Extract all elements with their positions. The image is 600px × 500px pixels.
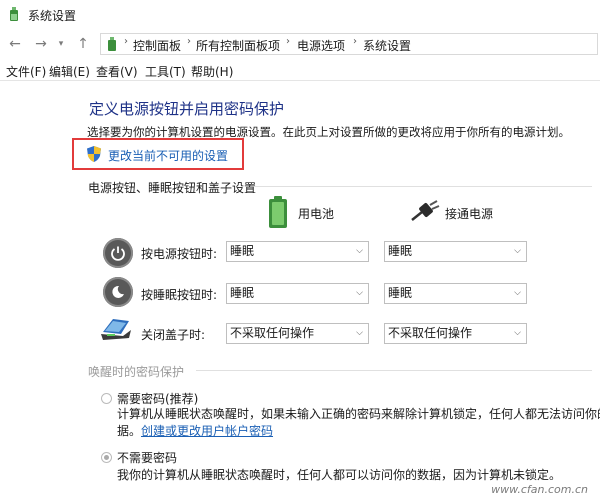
- chevron-down-icon: ⌵: [356, 328, 363, 338]
- lid-close-battery-select[interactable]: 不采取任何操作 ⌵: [226, 323, 369, 344]
- breadcrumb-power-options[interactable]: 电源选项: [297, 37, 345, 54]
- select-value: 睡眠: [230, 244, 255, 258]
- breadcrumb-separator: ›: [353, 36, 357, 47]
- sleep-button-icon: [103, 277, 133, 307]
- chevron-down-icon: ⌵: [356, 288, 363, 298]
- breadcrumb-control-panel[interactable]: 控制面板: [133, 37, 181, 54]
- no-password-label: 不需要密码: [117, 451, 178, 465]
- chevron-down-icon: ⌵: [514, 246, 521, 256]
- menu-tools[interactable]: 工具(T): [145, 63, 186, 80]
- password-section-heading: 唤醒时的密码保护: [88, 365, 185, 379]
- title-bar: [0, 0, 600, 30]
- up-arrow-icon[interactable]: ↑: [74, 35, 92, 53]
- menu-bar: [0, 60, 600, 81]
- select-value: 不采取任何操作: [388, 326, 473, 340]
- sleep-button-label: 按睡眠按钮时:: [141, 288, 218, 302]
- watermark: www.cfan.com.cn: [491, 483, 588, 496]
- chevron-down-icon: ⌵: [514, 328, 521, 338]
- lid-close-plugged-select[interactable]: 不采取任何操作 ⌵: [384, 323, 527, 344]
- power-button-plugged-select[interactable]: 睡眠 ⌵: [384, 241, 527, 262]
- power-plug-icon: [411, 200, 440, 221]
- menu-file[interactable]: 文件(F): [6, 63, 46, 80]
- power-button-icon: [103, 238, 133, 268]
- power-options-app-icon: [10, 7, 18, 21]
- sleep-button-battery-select[interactable]: 睡眠 ⌵: [226, 283, 369, 304]
- create-password-link[interactable]: 创建或更改用户帐户密码: [141, 422, 273, 439]
- select-value: 睡眠: [388, 244, 413, 258]
- battery-column-label: 用电池: [298, 207, 335, 221]
- chevron-down-icon: ⌵: [514, 288, 521, 298]
- select-value: 睡眠: [388, 286, 413, 300]
- menu-edit[interactable]: 编辑(E): [49, 63, 90, 80]
- forward-arrow-icon[interactable]: →: [32, 35, 50, 53]
- no-password-description: 我你的计算机从睡眠状态唤醒时，任何人都可以访问你的数据，因为计算机未锁定。: [117, 468, 562, 482]
- breadcrumb-separator: ›: [124, 36, 128, 47]
- history-dropdown-icon[interactable]: ▾: [52, 35, 70, 53]
- battery-icon: [269, 196, 287, 228]
- sleep-button-plugged-select[interactable]: 睡眠 ⌵: [384, 283, 527, 304]
- laptop-lid-icon: [101, 319, 131, 340]
- uac-shield-icon: [87, 146, 101, 162]
- section-divider: [196, 370, 592, 371]
- require-password-description: 计算机从睡眠状态唤醒时，如果未输入正确的密码来解除计算机锁定，任何人都无法访问你…: [117, 407, 600, 421]
- change-settings-link[interactable]: 更改当前不可用的设置: [108, 147, 228, 164]
- power-section-heading: 电源按钮、睡眠按钮和盖子设置: [88, 181, 257, 195]
- lid-close-label: 关闭盖子时:: [141, 328, 206, 342]
- window-title: 系统设置: [28, 9, 77, 23]
- menu-view[interactable]: 查看(V): [96, 63, 138, 80]
- back-arrow-icon[interactable]: ←: [6, 35, 24, 53]
- plugged-in-column-label: 接通电源: [445, 207, 494, 221]
- breadcrumb-all-items[interactable]: 所有控制面板项: [196, 37, 280, 54]
- select-value: 不采取任何操作: [230, 326, 315, 340]
- power-button-battery-select[interactable]: 睡眠 ⌵: [226, 241, 369, 262]
- breadcrumb-separator: ›: [286, 36, 290, 47]
- require-password-radio[interactable]: [101, 393, 112, 404]
- control-panel-icon: [108, 37, 116, 51]
- breadcrumb-system-settings[interactable]: 系统设置: [363, 37, 411, 54]
- breadcrumb-separator: ›: [187, 36, 191, 47]
- power-button-label: 按电源按钮时:: [141, 247, 218, 261]
- select-value: 睡眠: [230, 286, 255, 300]
- page-title: 定义电源按钮并启用密码保护: [89, 100, 285, 118]
- require-password-description-end: 据。: [117, 424, 142, 438]
- section-divider: [254, 186, 592, 187]
- no-password-radio[interactable]: [101, 452, 112, 463]
- menu-help[interactable]: 帮助(H): [191, 63, 233, 80]
- chevron-down-icon: ⌵: [356, 246, 363, 256]
